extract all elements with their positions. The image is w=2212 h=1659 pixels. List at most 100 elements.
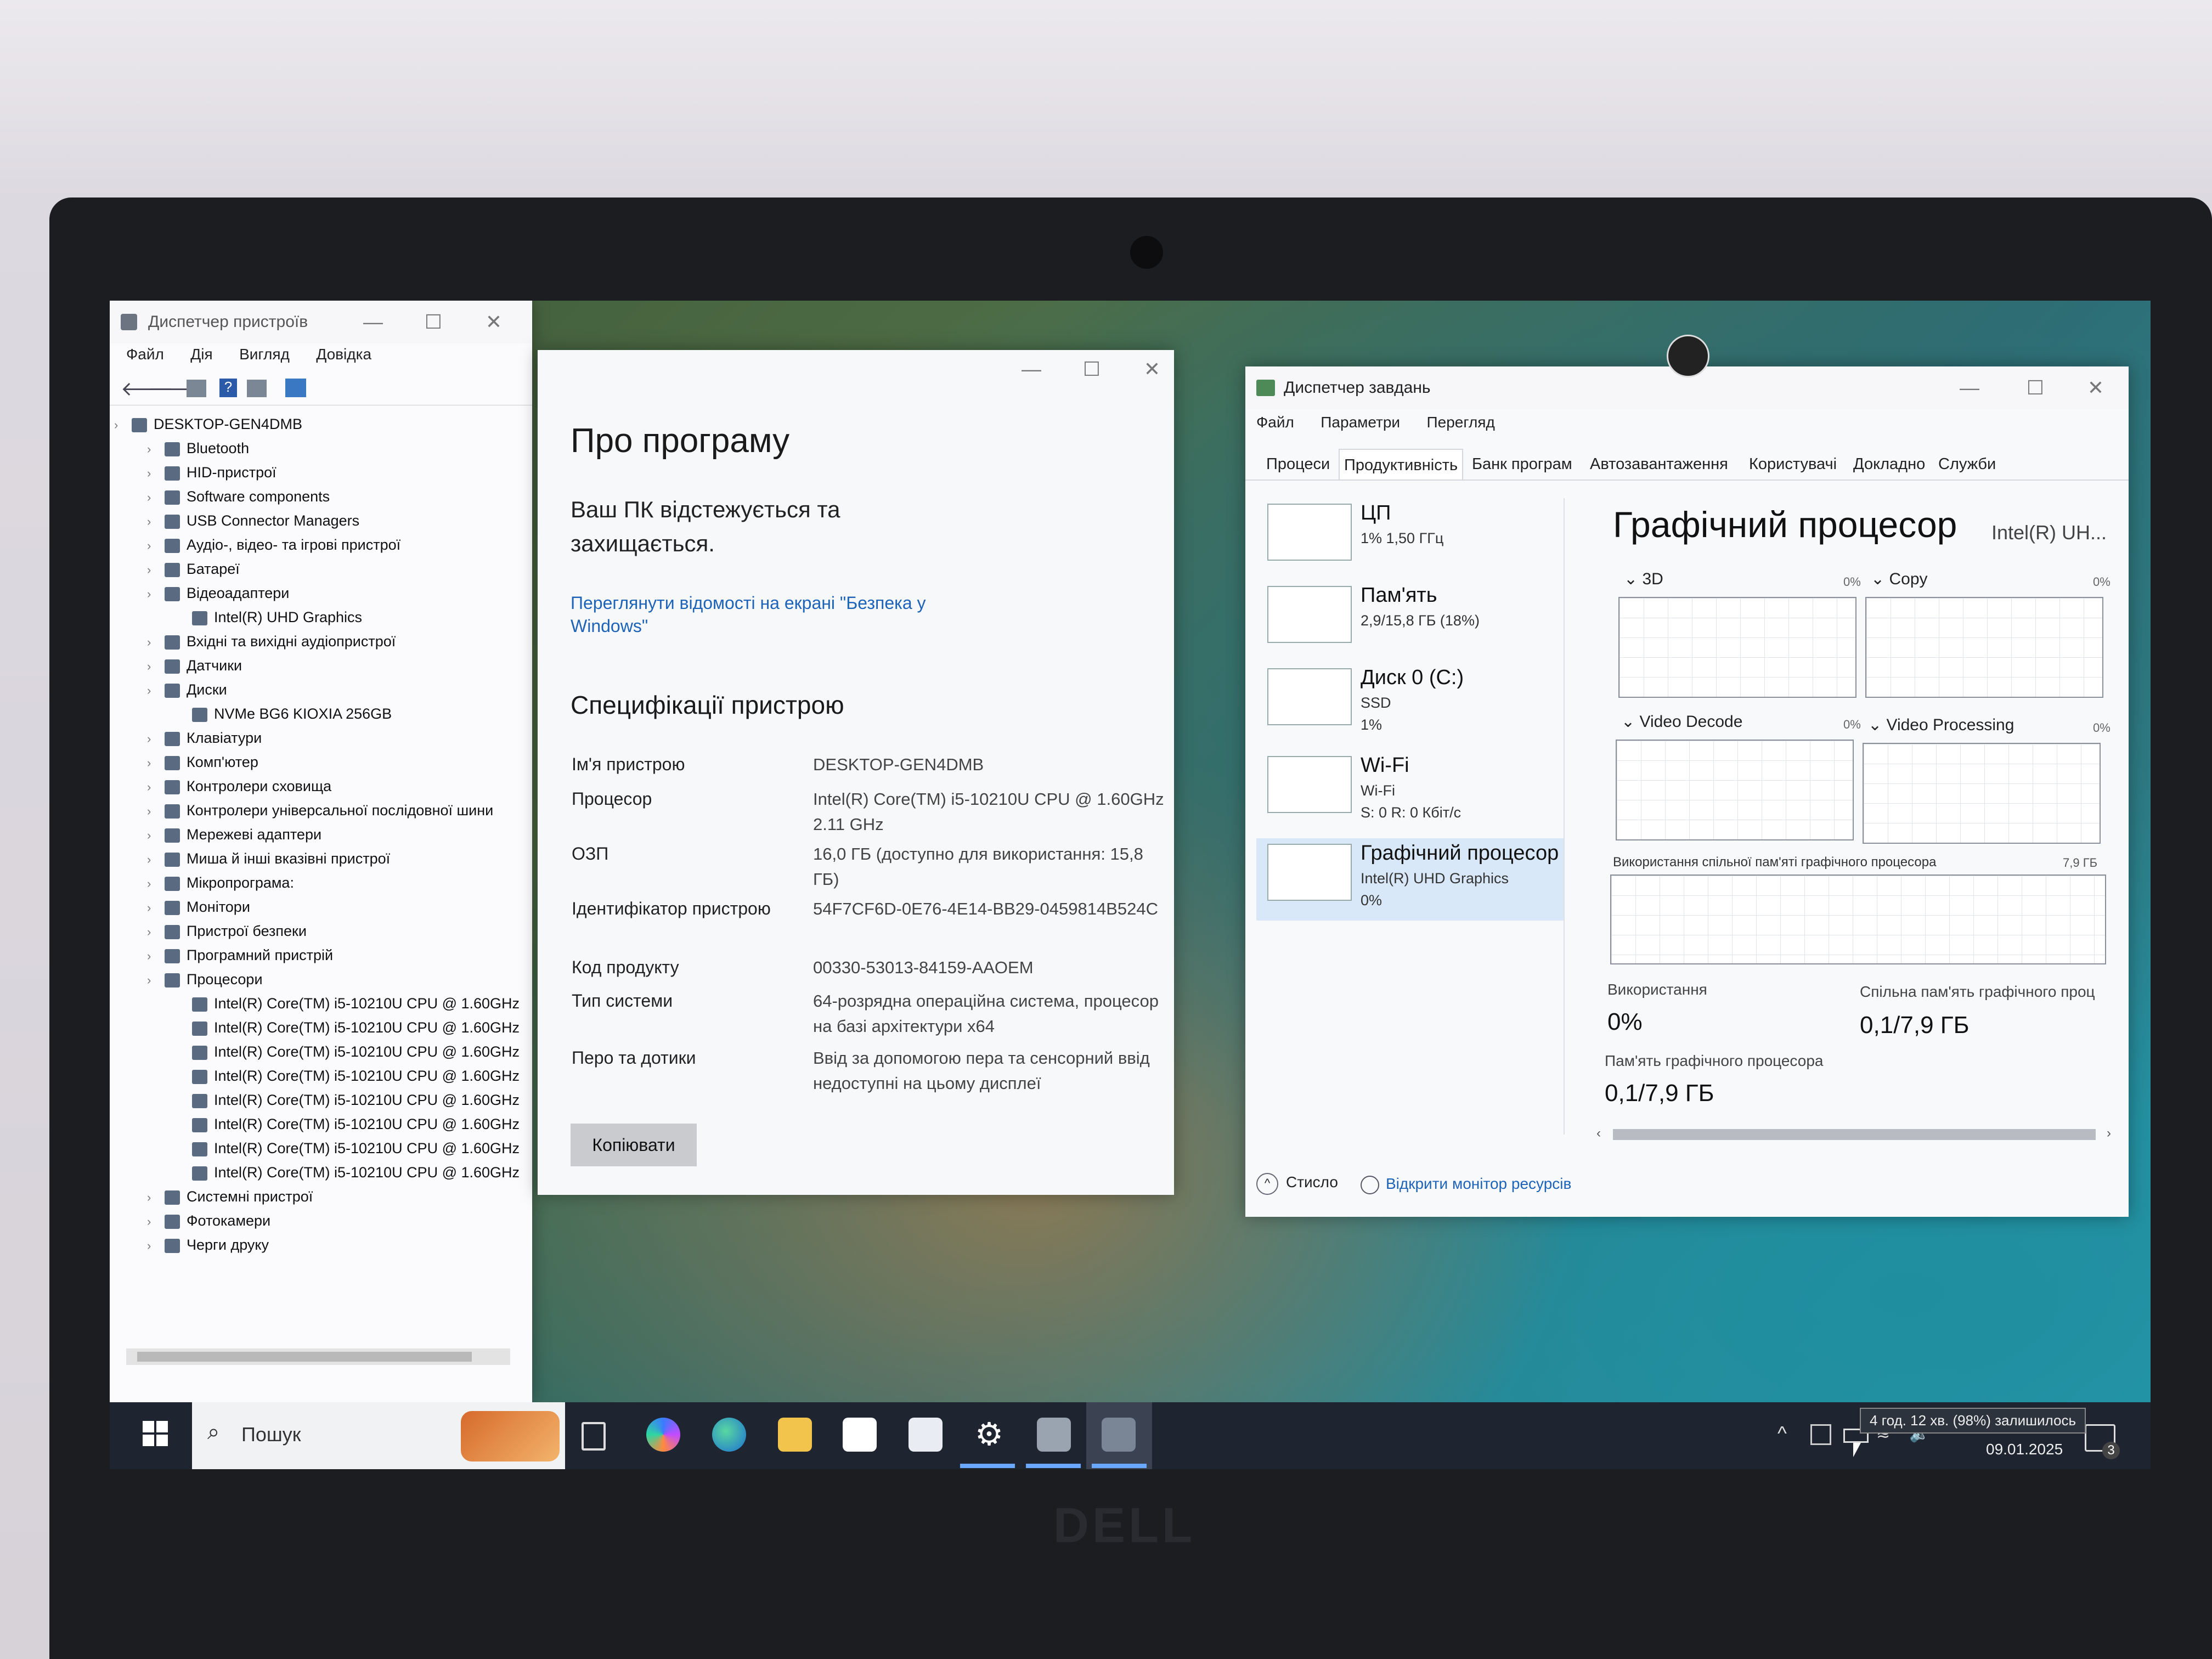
expand-chevron-icon[interactable]: › <box>147 635 151 650</box>
task-view-icon[interactable] <box>582 1422 606 1451</box>
fewer-details-button[interactable]: ^ Стисло <box>1256 1173 1338 1195</box>
edge-icon[interactable] <box>712 1418 746 1452</box>
resource-sidebar-item[interactable]: Пам'ять 2,9/15,8 ГБ (18%) <box>1256 580 1564 663</box>
device-tree-item[interactable]: Intel(R) Core(TM) i5-10210U CPU @ 1.60GH… <box>192 995 520 1012</box>
menu-file[interactable]: Файл <box>1256 414 1294 431</box>
expand-chevron-icon[interactable]: › <box>147 973 151 988</box>
device-tree-item[interactable]: › Черги друку <box>147 1237 269 1254</box>
device-tree-item[interactable]: › Мережеві адаптери <box>147 826 321 843</box>
close-button[interactable]: ✕ <box>2074 374 2118 402</box>
expand-chevron-icon[interactable]: › <box>147 877 151 891</box>
start-button[interactable] <box>143 1421 168 1446</box>
expand-chevron-icon[interactable]: › <box>147 925 151 939</box>
menu-view[interactable]: Вигляд <box>239 346 290 363</box>
device-tree-item[interactable]: › Вхідні та вихідні аудіопристрої <box>147 633 396 650</box>
resource-sidebar-item[interactable]: Графічний процесор Intel(R) UHD Graphics 0… <box>1256 838 1564 921</box>
resource-sidebar-item[interactable]: ЦП 1% 1,50 ГГц <box>1256 498 1564 580</box>
device-tree-item[interactable]: › Відеоадаптери <box>147 585 289 602</box>
camera-overlay-icon[interactable] <box>1667 335 1709 377</box>
expand-chevron-icon[interactable]: › <box>147 442 151 456</box>
device-tree-item[interactable]: › Комп'ютер <box>147 754 258 771</box>
device-tree-item[interactable]: › USB Connector Managers <box>147 512 359 529</box>
tab-item[interactable]: Користувачі <box>1745 449 1841 479</box>
device-tree-item[interactable]: Intel(R) UHD Graphics <box>192 609 362 626</box>
open-resource-monitor-link[interactable]: Відкрити монітор ресурсів <box>1361 1175 1571 1194</box>
device-tree-item[interactable]: › DESKTOP-GEN4DMB <box>114 416 302 433</box>
device-tree-item[interactable]: Intel(R) Core(TM) i5-10210U CPU @ 1.60GH… <box>192 1092 520 1109</box>
device-tree-item[interactable]: Intel(R) Core(TM) i5-10210U CPU @ 1.60GH… <box>192 1116 520 1133</box>
scroll-thumb[interactable] <box>1613 1129 2096 1140</box>
scan-hardware-icon[interactable] <box>285 379 306 397</box>
settings-gear-icon[interactable]: ⚙ <box>972 1418 1006 1452</box>
expand-chevron-icon[interactable]: › <box>147 1239 151 1253</box>
expand-chevron-icon[interactable]: › <box>147 515 151 529</box>
file-explorer-icon[interactable] <box>778 1418 812 1452</box>
expand-chevron-icon[interactable]: › <box>147 1215 151 1229</box>
horizontal-scrollbar[interactable] <box>126 1348 510 1365</box>
minimize-button[interactable]: — <box>351 308 395 336</box>
minimize-button[interactable]: — <box>1009 356 1053 383</box>
tab-item[interactable]: Служби <box>1934 449 2000 479</box>
device-tree-item[interactable]: Intel(R) Core(TM) i5-10210U CPU @ 1.60GH… <box>192 1068 520 1085</box>
tray-app-icon[interactable] <box>1810 1424 1831 1445</box>
menu-view[interactable]: Перегляд <box>1427 414 1495 431</box>
tab-item[interactable]: Процеси <box>1262 449 1334 479</box>
detail-scrollbar[interactable]: ‹ › <box>1596 1124 2118 1144</box>
device-tree-item[interactable]: › Аудіо-, відео- та ігрові пристрої <box>147 537 400 554</box>
expand-chevron-icon[interactable]: › <box>147 780 151 794</box>
device-tree-item[interactable]: Intel(R) Core(TM) i5-10210U CPU @ 1.60GH… <box>192 1164 520 1181</box>
show-hidden-icons-chevron-icon[interactable]: ^ <box>1778 1422 1787 1445</box>
expand-chevron-icon[interactable]: › <box>147 587 151 601</box>
expand-chevron-icon[interactable]: › <box>147 901 151 915</box>
expand-chevron-icon[interactable]: › <box>147 490 151 505</box>
menu-help[interactable]: Довідка <box>316 346 371 363</box>
copy-button[interactable]: Копіювати <box>571 1124 697 1166</box>
device-tree-item[interactable]: › Пристрої безпеки <box>147 923 307 940</box>
expand-chevron-icon[interactable]: › <box>147 949 151 963</box>
search-box[interactable]: ⌕ Пошук <box>192 1402 565 1469</box>
expand-chevron-icon[interactable]: › <box>147 563 151 577</box>
close-button[interactable]: ✕ <box>1130 356 1174 383</box>
properties-icon[interactable] <box>187 380 206 397</box>
device-tree-item[interactable]: › Клавіатури <box>147 730 262 747</box>
maximize-button[interactable]: ☐ <box>2013 374 2057 402</box>
expand-chevron-icon[interactable]: › <box>147 756 151 770</box>
device-tree-item[interactable]: Intel(R) Core(TM) i5-10210U CPU @ 1.60GH… <box>192 1019 520 1036</box>
close-button[interactable]: ✕ <box>472 308 516 336</box>
expand-chevron-icon[interactable]: › <box>147 539 151 553</box>
expand-chevron-icon[interactable]: › <box>147 853 151 867</box>
help-icon[interactable]: ? <box>219 379 237 397</box>
menu-options[interactable]: Параметри <box>1321 414 1400 431</box>
task-manager-taskbar-icon[interactable] <box>1102 1418 1136 1452</box>
tab-item[interactable]: Продуктивність <box>1339 449 1464 481</box>
device-tree-item[interactable]: › Фотокамери <box>147 1212 270 1229</box>
tab-item[interactable]: Банк програм <box>1468 449 1577 479</box>
device-tree-item[interactable]: › Мікропрограма: <box>147 874 294 891</box>
expand-chevron-icon[interactable]: › <box>114 418 118 432</box>
mail-icon[interactable] <box>909 1418 943 1452</box>
device-tree-item[interactable]: › Bluetooth <box>147 440 249 457</box>
expand-chevron-icon[interactable]: › <box>147 466 151 481</box>
maximize-button[interactable]: ☐ <box>411 308 455 336</box>
scroll-thumb[interactable] <box>137 1352 472 1362</box>
maximize-button[interactable]: ☐ <box>1070 356 1114 383</box>
device-tree-item[interactable]: › Software components <box>147 488 330 505</box>
update-driver-icon[interactable] <box>247 380 267 397</box>
security-link[interactable]: Переглянути відомості на екрані "Безпека… <box>571 591 988 637</box>
device-tree-item[interactable]: › Батареї <box>147 561 240 578</box>
menu-action[interactable]: Дія <box>190 346 212 363</box>
device-tree-item[interactable]: › Контролери сховища <box>147 778 331 795</box>
store-icon[interactable] <box>843 1418 877 1452</box>
expand-chevron-icon[interactable]: › <box>147 659 151 674</box>
resource-sidebar-item[interactable]: Диск 0 (C:) SSD 1% <box>1256 663 1564 745</box>
device-tree-item[interactable]: NVMe BG6 KIOXIA 256GB <box>192 706 392 723</box>
device-manager-taskbar-icon[interactable] <box>1037 1418 1071 1452</box>
tab-item[interactable]: Автозавантаження <box>1585 449 1733 479</box>
tab-item[interactable]: Докладно <box>1849 449 1929 479</box>
device-tree-item[interactable]: › Миша й інші вказівні пристрої <box>147 850 390 867</box>
minimize-button[interactable]: — <box>1948 374 1991 402</box>
clock-date[interactable]: 09.01.2025 <box>1986 1441 2063 1458</box>
expand-chevron-icon[interactable]: › <box>147 828 151 843</box>
device-tree-item[interactable]: › Системні пристрої <box>147 1188 313 1205</box>
device-tree-item[interactable]: Intel(R) Core(TM) i5-10210U CPU @ 1.60GH… <box>192 1043 520 1060</box>
